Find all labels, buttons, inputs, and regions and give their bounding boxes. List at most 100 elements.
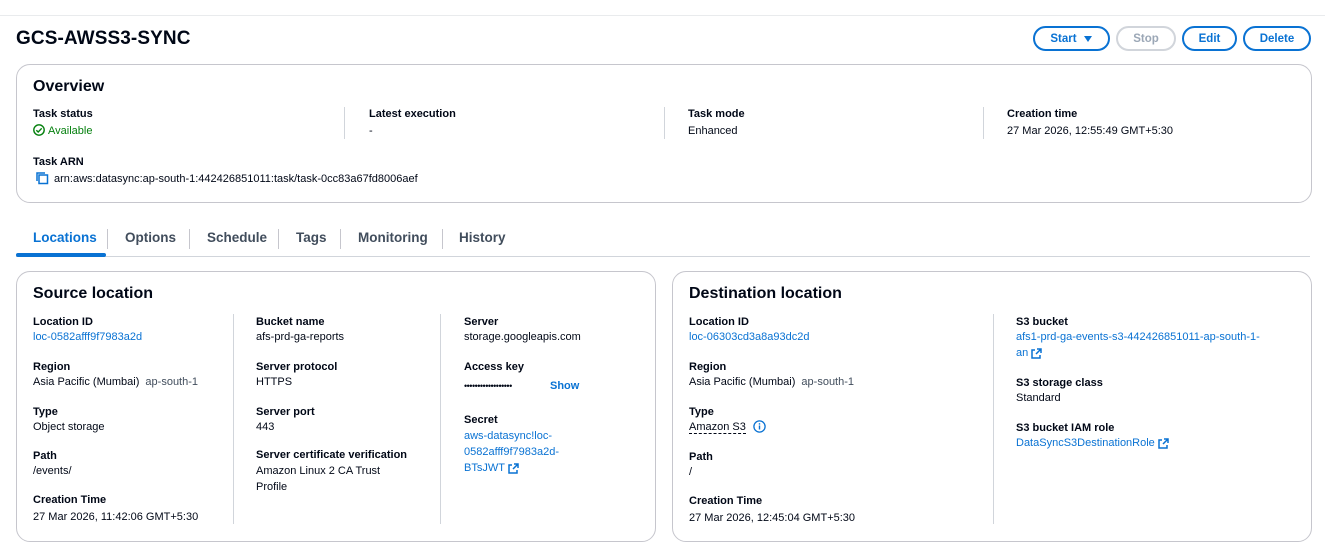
server-protocol-value: HTTPS bbox=[256, 376, 293, 388]
delete-label: Delete bbox=[1259, 32, 1295, 45]
tab-tags[interactable]: Tags bbox=[296, 230, 327, 245]
secret-link[interactable]: BTsJWT bbox=[464, 460, 519, 476]
storage-class-label: S3 storage class bbox=[1016, 377, 1103, 389]
source-type-label: Type bbox=[33, 406, 58, 418]
s3-bucket-line2: an bbox=[1016, 347, 1029, 359]
tab-bar: Locations Options Schedule Tags Monitori… bbox=[16, 224, 1310, 257]
tab-separator bbox=[107, 229, 108, 249]
source-location-card: Source location Location ID loc-0582afff… bbox=[16, 271, 656, 542]
server-protocol-label: Server protocol bbox=[256, 361, 338, 373]
stop-label: Stop bbox=[1133, 32, 1159, 45]
task-mode-value: Enhanced bbox=[688, 125, 738, 137]
task-status-value: Available bbox=[33, 123, 92, 139]
source-type-value: Object storage bbox=[33, 421, 105, 433]
s3-bucket-label: S3 bucket bbox=[1016, 316, 1068, 328]
info-icon[interactable] bbox=[753, 420, 766, 433]
overview-divider-3 bbox=[983, 107, 984, 139]
server-port-label: Server port bbox=[256, 406, 315, 418]
source-location-id-link[interactable]: loc-0582afff9f7983a2d bbox=[33, 329, 142, 345]
dest-type-text: Amazon S3 bbox=[689, 421, 746, 434]
task-status-label: Task status bbox=[33, 108, 93, 120]
dest-region-label: Region bbox=[689, 361, 727, 373]
start-button[interactable]: Start bbox=[1033, 26, 1110, 51]
iam-role-label: S3 bucket IAM role bbox=[1016, 422, 1115, 434]
server-label: Server bbox=[464, 316, 499, 328]
tab-options[interactable]: Options bbox=[125, 230, 176, 245]
dest-creation-time-value: 27 Mar 2026, 12:45:04 GMT+5:30 bbox=[689, 512, 856, 524]
bucket-name-value: afs-prd-ga-reports bbox=[256, 331, 345, 343]
task-mode-label: Task mode bbox=[688, 108, 745, 120]
show-access-key-button[interactable]: Show bbox=[550, 378, 579, 394]
external-link-icon bbox=[1158, 437, 1169, 449]
cert-verification-line2: Profile bbox=[256, 481, 288, 493]
iam-role-link[interactable]: DataSyncS3DestinationRole bbox=[1016, 435, 1169, 451]
tab-monitoring[interactable]: Monitoring bbox=[358, 230, 428, 245]
source-creation-time-value: 27 Mar 2026, 11:42:06 GMT+5:30 bbox=[33, 511, 199, 523]
secret-label: Secret bbox=[464, 414, 498, 426]
external-link-icon bbox=[1031, 347, 1042, 359]
dest-path-value: / bbox=[689, 466, 693, 478]
overview-divider-2 bbox=[664, 107, 665, 139]
external-link-icon bbox=[508, 462, 519, 474]
stop-button[interactable]: Stop bbox=[1116, 26, 1176, 51]
dest-type-label: Type bbox=[689, 406, 714, 418]
access-key-label: Access key bbox=[464, 361, 524, 373]
source-region-value: Asia Pacific (Mumbai) ap-south-1 bbox=[33, 374, 198, 390]
source-divider-2 bbox=[440, 314, 441, 524]
edit-label: Edit bbox=[1198, 32, 1221, 45]
destination-location-card: Destination location Location ID loc-063… bbox=[672, 271, 1312, 542]
dest-region-value: Asia Pacific (Mumbai) ap-south-1 bbox=[689, 374, 854, 390]
page-title: GCS-AWSS3-SYNC bbox=[16, 28, 191, 49]
dest-location-id-link[interactable]: loc-06303cd3a8a93dc2d bbox=[689, 329, 810, 345]
source-region-name: Asia Pacific (Mumbai) bbox=[33, 376, 140, 388]
source-region-code: ap-south-1 bbox=[145, 376, 199, 388]
copy-icon[interactable] bbox=[35, 171, 49, 185]
tab-schedule[interactable]: Schedule bbox=[207, 230, 267, 245]
overview-divider-1 bbox=[344, 107, 345, 139]
secret-line3: BTsJWT bbox=[464, 462, 505, 474]
source-path-value: /events/ bbox=[33, 465, 72, 477]
tab-separator bbox=[340, 229, 341, 249]
delete-button[interactable]: Delete bbox=[1243, 26, 1311, 51]
top-divider bbox=[0, 15, 1325, 16]
dest-region-code: ap-south-1 bbox=[801, 376, 855, 388]
tab-separator bbox=[189, 229, 190, 249]
cert-verification-label: Server certificate verification bbox=[256, 449, 408, 461]
task-arn-value: arn:aws:datasync:ap-south-1:442426851011… bbox=[35, 171, 418, 187]
active-tab-indicator bbox=[16, 253, 106, 257]
task-arn-label: Task ARN bbox=[33, 156, 84, 168]
caret-down-icon bbox=[1083, 35, 1092, 42]
s3-bucket-line1[interactable]: afs1-prd-ga-events-s3-442426851011-ap-so… bbox=[1016, 329, 1260, 345]
edit-button[interactable]: Edit bbox=[1182, 26, 1237, 51]
dest-path-label: Path bbox=[689, 451, 713, 463]
dest-location-id-label: Location ID bbox=[689, 316, 749, 328]
dest-type-value: Amazon S3 bbox=[689, 419, 766, 435]
destination-divider bbox=[993, 314, 994, 524]
source-title: Source location bbox=[33, 285, 154, 302]
bucket-name-label: Bucket name bbox=[256, 316, 325, 328]
cert-verification-line1: Amazon Linux 2 CA Trust bbox=[256, 465, 381, 477]
access-key-masked: •••••••••••••••••• bbox=[464, 381, 512, 391]
server-port-value: 443 bbox=[256, 421, 275, 433]
start-label: Start bbox=[1050, 32, 1077, 45]
tab-separator bbox=[278, 229, 279, 249]
source-divider-1 bbox=[233, 314, 234, 524]
status-success-icon bbox=[33, 124, 45, 136]
destination-title: Destination location bbox=[689, 285, 842, 302]
source-creation-time-label: Creation Time bbox=[33, 494, 107, 506]
tab-locations[interactable]: Locations bbox=[33, 230, 97, 245]
source-path-label: Path bbox=[33, 450, 57, 462]
tab-history[interactable]: History bbox=[459, 230, 506, 245]
iam-role-text: DataSyncS3DestinationRole bbox=[1016, 437, 1155, 449]
s3-bucket-link[interactable]: an bbox=[1016, 345, 1042, 361]
overview-title: Overview bbox=[33, 78, 105, 95]
task-status-text: Available bbox=[48, 125, 93, 137]
source-region-label: Region bbox=[33, 361, 71, 373]
source-location-id-label: Location ID bbox=[33, 316, 93, 328]
server-value: storage.googleapis.com bbox=[464, 331, 581, 343]
secret-line1[interactable]: aws-datasync!loc- bbox=[464, 428, 552, 444]
storage-class-value: Standard bbox=[1016, 392, 1061, 404]
latest-execution-label: Latest execution bbox=[369, 108, 456, 120]
latest-execution-value: - bbox=[369, 125, 373, 137]
secret-line2[interactable]: 0582afff9f7983a2d- bbox=[464, 444, 559, 460]
